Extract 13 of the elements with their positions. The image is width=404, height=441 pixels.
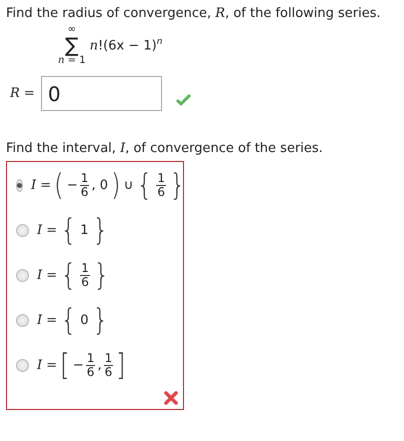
series-term: n!(6x − 1)$^{n}$ [90,36,162,54]
radio-button[interactable] [16,269,29,282]
summation-symbol: ∞ ∑ n = 1 [58,24,86,66]
radio-button[interactable] [16,359,29,372]
question-prompt: Find the radius of convergence, R, of the following series. [6,6,382,22]
option-formula: I ={1} [37,216,109,246]
option-formula: I ={0} [37,306,109,336]
radio-button[interactable] [16,224,29,237]
answer-label: R = [10,86,35,101]
radio-button[interactable] [16,314,29,327]
answer-field[interactable]: 0 [40,76,162,111]
question-prompt: Find the interval, I, of convergence of the series. [6,141,324,157]
radio-button[interactable] [16,179,23,192]
